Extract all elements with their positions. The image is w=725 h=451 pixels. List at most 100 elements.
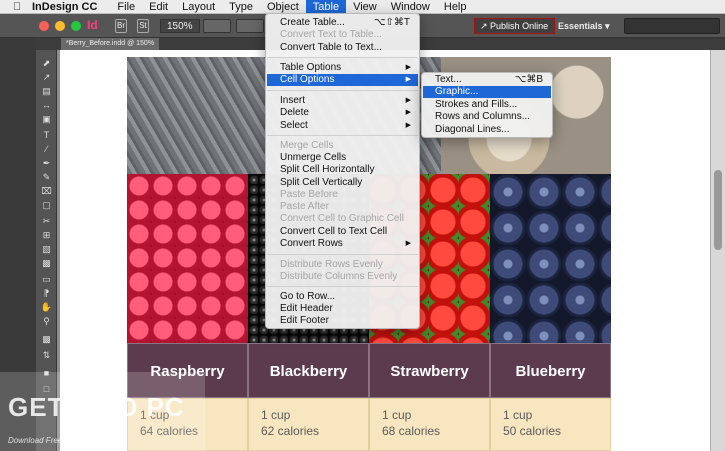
body-cell-blackberry[interactable]: 1 cup 62 calories bbox=[248, 398, 369, 451]
minimize-window-button[interactable] bbox=[55, 21, 65, 31]
zoom-tool-icon[interactable]: ⚲ bbox=[39, 316, 54, 326]
menu-separator bbox=[267, 135, 418, 136]
hand-tool-icon[interactable]: ✋ bbox=[39, 302, 54, 312]
submenu-item-diagonal-lines[interactable]: Diagonal Lines... bbox=[423, 124, 551, 136]
scrollbar-thumb[interactable] bbox=[714, 170, 722, 250]
submenu-arrow-icon: ▶ bbox=[405, 240, 411, 247]
cell-options-submenu: Text... ⌥⌘B Graphic... Strokes and Fills.… bbox=[421, 72, 553, 138]
body-cell-strawberry[interactable]: 1 cup 68 calories bbox=[369, 398, 490, 451]
vertical-scrollbar[interactable] bbox=[710, 50, 725, 451]
body-cell-blueberry[interactable]: 1 cup 50 calories bbox=[490, 398, 611, 451]
menu-type[interactable]: Type bbox=[222, 0, 260, 14]
gap-tool-icon[interactable]: ↔ bbox=[39, 100, 54, 110]
fill-stroke-swatch-icon[interactable]: ▩ bbox=[39, 334, 54, 344]
selection-tool-icon[interactable]: ⬈ bbox=[39, 58, 54, 68]
menu-item-convert-cell-to-text[interactable]: Convert Cell to Text Cell bbox=[267, 226, 418, 238]
menu-item-delete[interactable]: Delete ▶ bbox=[267, 107, 418, 119]
note-tool-icon[interactable]: ▭ bbox=[39, 274, 54, 284]
submenu-item-text[interactable]: Text... ⌥⌘B bbox=[423, 74, 551, 86]
indesign-logo: Id bbox=[87, 18, 98, 32]
menu-item-split-cell-vertically[interactable]: Split Cell Vertically bbox=[267, 177, 418, 189]
screen-mode-button[interactable] bbox=[236, 19, 264, 33]
menu-window[interactable]: Window bbox=[384, 0, 437, 14]
view-options-button[interactable] bbox=[203, 19, 231, 33]
free-transform-tool-icon[interactable]: ⊞ bbox=[39, 230, 54, 240]
menu-item-select[interactable]: Select ▶ bbox=[267, 120, 418, 132]
menu-item-convert-rows[interactable]: Convert Rows ▶ bbox=[267, 238, 418, 250]
menu-table[interactable]: Table bbox=[305, 0, 347, 14]
menu-help[interactable]: Help bbox=[437, 0, 474, 14]
menu-item-cell-options[interactable]: Cell Options ▶ bbox=[267, 74, 418, 86]
watermark-title: GET INTO PC bbox=[8, 392, 185, 422]
menu-object[interactable]: Object bbox=[260, 0, 306, 14]
rectangle-frame-tool-icon[interactable]: ⌧ bbox=[39, 186, 54, 196]
menu-item-merge-cells: Merge Cells bbox=[280, 140, 334, 151]
pen-tool-icon[interactable]: ✒ bbox=[39, 158, 54, 168]
menu-item-create-table[interactable]: Create Table... ⌥⇧⌘T bbox=[267, 17, 418, 29]
menu-item-label: Table Options bbox=[280, 62, 342, 73]
serving-amount: 1 cup bbox=[261, 408, 291, 422]
direct-selection-tool-icon[interactable]: ↗ bbox=[39, 72, 54, 82]
bridge-icon[interactable]: Br bbox=[115, 19, 127, 33]
submenu-item-graphic[interactable]: Graphic... bbox=[423, 86, 551, 98]
gradient-swatch-tool-icon[interactable]: ▧ bbox=[39, 244, 54, 254]
blueberry-photo-cell[interactable] bbox=[490, 174, 611, 343]
pencil-tool-icon[interactable]: ✎ bbox=[39, 172, 54, 182]
menu-item-insert[interactable]: Insert ▶ bbox=[267, 95, 418, 107]
publish-online-button[interactable]: ↗ Publish Online bbox=[474, 18, 556, 34]
menu-item-split-cell-horizontally[interactable]: Split Cell Horizontally bbox=[267, 164, 418, 176]
menu-item-label: Convert Rows bbox=[280, 238, 343, 249]
rectangle-tool-icon[interactable]: ▢ bbox=[39, 200, 54, 210]
scissors-tool-icon[interactable]: ✂ bbox=[39, 216, 54, 226]
zoom-level-select[interactable]: 150% bbox=[160, 19, 200, 33]
menu-item-edit-footer[interactable]: Edit Footer bbox=[267, 315, 418, 327]
gradient-feather-tool-icon[interactable]: ▩ bbox=[39, 258, 54, 268]
menu-view[interactable]: View bbox=[346, 0, 384, 14]
menu-item-table-options[interactable]: Table Options ▶ bbox=[267, 62, 418, 74]
menu-item-distribute-columns: Distribute Columns Evenly bbox=[280, 271, 398, 282]
menu-item-go-to-row[interactable]: Go to Row... bbox=[267, 291, 418, 303]
eyedropper-tool-icon[interactable]: ⁋ bbox=[39, 288, 54, 298]
line-tool-icon[interactable]: ∕ bbox=[39, 144, 54, 154]
menu-layout[interactable]: Layout bbox=[175, 0, 222, 14]
submenu-arrow-icon: ▶ bbox=[405, 109, 411, 116]
swap-fill-stroke-icon[interactable]: ⇅ bbox=[39, 350, 54, 360]
calorie-count: 68 calories bbox=[382, 424, 441, 438]
shortcut-label: ⌥⌘B bbox=[514, 74, 543, 85]
raspberry-photo-cell[interactable] bbox=[127, 174, 248, 343]
menu-edit[interactable]: Edit bbox=[142, 0, 175, 14]
menu-item-label: Text... bbox=[435, 74, 462, 85]
menu-item-distribute-rows: Distribute Rows Evenly bbox=[280, 259, 383, 270]
menu-item-edit-header[interactable]: Edit Header bbox=[267, 303, 418, 315]
submenu-item-strokes-and-fills[interactable]: Strokes and Fills... bbox=[423, 99, 551, 111]
menu-item-paste-after: Paste After bbox=[280, 201, 329, 212]
document-tab[interactable]: *Berry_Before.indd @ 150% bbox=[61, 38, 160, 50]
menu-item-unmerge-cells[interactable]: Unmerge Cells bbox=[267, 152, 418, 164]
serving-amount: 1 cup bbox=[503, 408, 533, 422]
menu-item-paste-before: Paste Before bbox=[280, 189, 338, 200]
workspace-switcher[interactable]: Essentials ▾ bbox=[558, 18, 610, 34]
apple-icon[interactable]:  bbox=[10, 0, 24, 14]
content-collector-icon[interactable]: ▣ bbox=[39, 114, 54, 124]
close-window-button[interactable] bbox=[39, 21, 49, 31]
submenu-item-rows-and-columns[interactable]: Rows and Columns... bbox=[423, 111, 551, 123]
submenu-arrow-icon: ▶ bbox=[405, 122, 411, 129]
type-tool-icon[interactable]: T bbox=[39, 130, 54, 140]
shortcut-label: ⌥⇧⌘T bbox=[373, 17, 410, 28]
page-tool-icon[interactable]: ▤ bbox=[39, 86, 54, 96]
app-name-menu[interactable]: InDesign CC bbox=[32, 0, 97, 14]
header-cell-strawberry[interactable]: Strawberry bbox=[369, 343, 490, 398]
calorie-count: 62 calories bbox=[261, 424, 320, 438]
menu-item-label: Insert bbox=[280, 95, 306, 106]
menu-bar:  InDesign CC File Edit Layout Type Obje… bbox=[0, 0, 725, 14]
header-cell-blueberry[interactable]: Blueberry bbox=[490, 343, 611, 398]
help-search-input[interactable] bbox=[624, 18, 720, 34]
menu-item-convert-table-to-text[interactable]: Convert Table to Text... bbox=[267, 42, 418, 54]
zoom-window-button[interactable] bbox=[71, 21, 81, 31]
menu-file[interactable]: File bbox=[110, 0, 142, 14]
workspace-label: Essentials bbox=[558, 21, 603, 31]
header-cell-blackberry[interactable]: Blackberry bbox=[248, 343, 369, 398]
submenu-arrow-icon: ▶ bbox=[405, 97, 411, 104]
stock-icon[interactable]: St bbox=[137, 19, 149, 33]
menu-separator bbox=[267, 57, 418, 58]
